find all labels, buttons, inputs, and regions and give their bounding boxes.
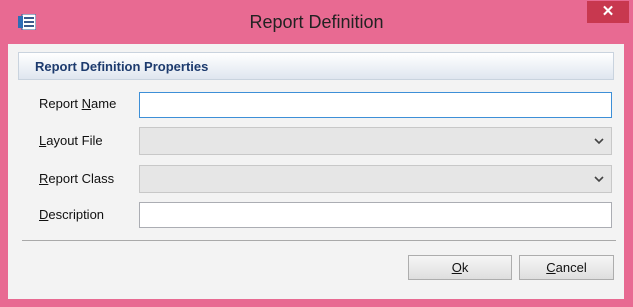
report-name-label: Report Name xyxy=(39,96,117,111)
description-input[interactable] xyxy=(139,202,612,228)
close-icon: ✕ xyxy=(601,3,615,20)
group-title: Report Definition Properties xyxy=(35,59,209,74)
layout-file-combo[interactable] xyxy=(139,127,612,155)
report-name-input[interactable] xyxy=(139,92,612,118)
layout-file-label: Layout File xyxy=(39,133,103,148)
close-button[interactable]: ✕ xyxy=(587,1,629,23)
dialog-window: Report Definition ✕ Report Definition Pr… xyxy=(0,0,633,307)
description-label: Description xyxy=(39,207,105,222)
chevron-down-icon[interactable] xyxy=(593,173,605,185)
divider xyxy=(22,240,616,241)
group-header: Report Definition Properties xyxy=(18,52,614,80)
window-title: Report Definition xyxy=(249,12,384,32)
report-class-label: Report Class xyxy=(39,171,115,186)
cancel-button[interactable]: Cancel xyxy=(519,255,614,280)
chevron-down-icon[interactable] xyxy=(593,135,605,147)
ok-button[interactable]: Ok xyxy=(408,255,512,280)
report-class-combo[interactable] xyxy=(139,165,612,193)
title-bar[interactable]: Report Definition ✕ xyxy=(0,0,633,44)
